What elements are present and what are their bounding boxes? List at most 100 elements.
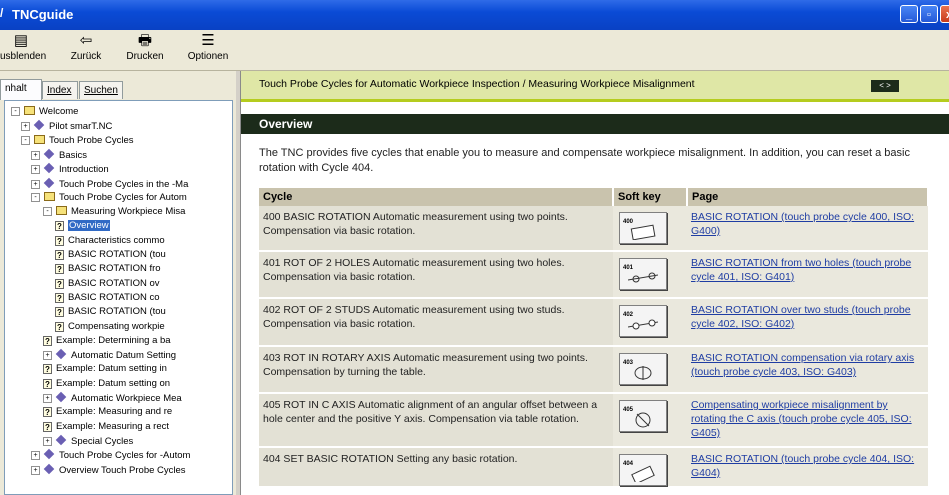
softkey-button[interactable]: 402 xyxy=(619,305,667,337)
collapse-icon[interactable]: - xyxy=(31,192,40,202)
tree-item[interactable]: ? Overview xyxy=(55,220,110,232)
page-cell: BASIC ROTATION over two studs (touch pro… xyxy=(687,298,928,347)
expand-icon[interactable]: + xyxy=(43,394,52,403)
content-pane: Touch Probe Cycles for Automatic Workpie… xyxy=(240,71,949,495)
cycle-description: 401 ROT OF 2 HOLES Automatic measurement… xyxy=(259,251,613,299)
page-cell: BASIC ROTATION (touch probe cycle 400, I… xyxy=(687,206,928,252)
softkey-graphic-icon xyxy=(628,319,658,330)
hide-pane-label: usblenden xyxy=(0,51,47,62)
tree-item[interactable]: ? Characteristics commo xyxy=(55,235,165,247)
tree-item[interactable]: + Overview Touch Probe Cycles xyxy=(31,463,186,476)
page-link[interactable]: BASIC ROTATION (touch probe cycle 404, I… xyxy=(691,453,914,479)
tree-item[interactable]: ? Example: Measuring a rect xyxy=(43,421,169,433)
cycle-description: 404 SET BASIC ROTATION Setting any basic… xyxy=(259,447,613,488)
minimize-button[interactable]: _ xyxy=(900,5,918,23)
tree-item[interactable]: ? Example: Determining a ba xyxy=(43,335,171,347)
contents-tree[interactable]: - Welcome + Pilot smarT.NC - Touch Probe Cycl… xyxy=(4,100,233,495)
close-button[interactable]: x xyxy=(940,5,949,23)
tree-item[interactable]: ? BASIC ROTATION fro xyxy=(55,263,161,275)
expand-icon[interactable]: + xyxy=(31,179,40,189)
tree-item[interactable]: + Introduction xyxy=(31,162,109,175)
tree-item[interactable]: ? BASIC ROTATION (tou xyxy=(55,306,166,318)
intro-text: The TNC provides five cycles that enable… xyxy=(259,147,910,174)
softkey-button[interactable]: 401 xyxy=(619,258,667,290)
softkey-button[interactable]: 404 xyxy=(619,454,667,486)
tree-item-label: Characteristics commo xyxy=(68,234,165,246)
tree-item[interactable]: + Touch Probe Cycles in the -Ma xyxy=(31,177,188,190)
page-link[interactable]: BASIC ROTATION from two holes (touch pro… xyxy=(691,257,911,283)
softkey-button[interactable]: 403 xyxy=(619,353,667,385)
app-icon: / xyxy=(0,6,4,20)
help-page-icon: ? xyxy=(43,335,52,346)
expand-icon[interactable]: + xyxy=(31,465,40,475)
tree-item-label: Automatic Workpiece Mea xyxy=(71,393,182,404)
tree-item[interactable]: ? Example: Measuring and re xyxy=(43,406,172,418)
print-button[interactable]: 🖶 Drucken xyxy=(124,33,166,63)
softkey-cell: 405 xyxy=(613,393,687,448)
softkey-button[interactable]: 400 xyxy=(619,212,667,244)
navigation-pane: nhalt Index Suchen - Welcome + Pilot smarT.… xyxy=(0,71,236,495)
tree-item-label: Example: Determining a ba xyxy=(56,334,171,346)
tree-item[interactable]: ? Example: Datum setting in xyxy=(43,363,167,375)
hide-pane-button[interactable]: ▤ usblenden xyxy=(0,33,46,63)
expand-icon[interactable]: + xyxy=(21,122,30,132)
tree-item-label: BASIC ROTATION (tou xyxy=(68,249,166,260)
expand-icon[interactable]: + xyxy=(43,351,52,361)
tree-item[interactable]: + Automatic Workpiece Mea xyxy=(43,391,182,404)
title-bar: / TNCguide _ ▫ x xyxy=(0,0,949,30)
book-open-icon xyxy=(24,106,35,115)
tree-item[interactable]: - Welcome xyxy=(11,106,78,118)
softkey-cell: 404 xyxy=(613,447,687,488)
nav-tabs: nhalt Index Suchen xyxy=(0,77,236,100)
tree-item[interactable]: - Touch Probe Cycles xyxy=(21,134,133,147)
back-button[interactable]: ⇦ Zurück xyxy=(66,33,106,63)
help-page-icon: ? xyxy=(43,407,52,418)
tree-item-label: Basics xyxy=(59,149,87,161)
tree-item[interactable]: ? BASIC ROTATION co xyxy=(55,292,160,304)
tree-item-label: Compensating workpie xyxy=(68,320,165,332)
tree-item[interactable]: + Touch Probe Cycles for -Autom xyxy=(31,448,190,461)
tree-item[interactable]: + Automatic Datum Setting xyxy=(43,348,176,361)
tree-item[interactable]: + Basics xyxy=(31,148,87,161)
page-link[interactable]: Compensating workpiece misalignment by r… xyxy=(691,399,912,439)
tab-search[interactable]: Suchen xyxy=(79,81,123,99)
tree-item[interactable]: + Special Cycles xyxy=(43,434,133,447)
page-link[interactable]: BASIC ROTATION compensation via rotary a… xyxy=(691,352,914,378)
breadcrumb: Touch Probe Cycles for Automatic Workpie… xyxy=(241,71,949,102)
softkey-button[interactable]: 405 xyxy=(619,400,667,432)
expand-icon[interactable]: + xyxy=(31,150,40,160)
options-icon: ☰ xyxy=(201,32,215,49)
tree-item[interactable]: ? Example: Datum setting on xyxy=(43,378,170,390)
page-link[interactable]: BASIC ROTATION (touch probe cycle 400, I… xyxy=(691,211,914,237)
table-row: 400 BASIC ROTATION Automatic measurement… xyxy=(259,206,928,252)
print-label: Drucken xyxy=(126,51,164,62)
diamond-icon xyxy=(43,463,55,474)
tree-item-label: Example: Datum setting in xyxy=(56,363,167,375)
tree-item[interactable]: - Measuring Workpiece Misa xyxy=(43,206,185,218)
expand-icon[interactable]: + xyxy=(31,451,40,461)
softkey-graphic-icon xyxy=(628,272,658,283)
maximize-button[interactable]: ▫ xyxy=(920,5,938,23)
expand-icon[interactable]: + xyxy=(31,165,40,175)
page-nav-arrows[interactable]: < > xyxy=(871,80,899,92)
expand-icon[interactable]: + xyxy=(43,436,52,446)
collapse-icon[interactable]: - xyxy=(11,107,20,116)
collapse-icon[interactable]: - xyxy=(43,207,52,217)
diamond-icon xyxy=(43,148,55,160)
page-link[interactable]: BASIC ROTATION over two studs (touch pro… xyxy=(691,304,911,330)
tab-contents[interactable]: nhalt xyxy=(0,79,42,100)
help-page-icon: ? xyxy=(43,421,52,432)
tree-item-label: Touch Probe Cycles for Autom xyxy=(59,191,187,203)
tree-item-label: Overview Touch Probe Cycles xyxy=(59,464,186,476)
help-page-icon: ? xyxy=(43,364,52,375)
tab-index[interactable]: Index xyxy=(42,81,78,99)
tree-item[interactable]: - Touch Probe Cycles for Autom xyxy=(31,191,187,204)
diamond-icon xyxy=(43,448,55,460)
options-button[interactable]: ☰ Optionen xyxy=(186,32,230,63)
tree-item[interactable]: + Pilot smarT.NC xyxy=(21,119,112,132)
tree-item[interactable]: ? BASIC ROTATION (tou xyxy=(55,249,166,261)
table-row: 403 ROT IN ROTARY AXIS Automatic measure… xyxy=(259,346,928,394)
tree-item[interactable]: ? Compensating workpie xyxy=(55,321,165,333)
collapse-icon[interactable]: - xyxy=(21,135,30,145)
tree-item[interactable]: ? BASIC ROTATION ov xyxy=(55,278,160,290)
